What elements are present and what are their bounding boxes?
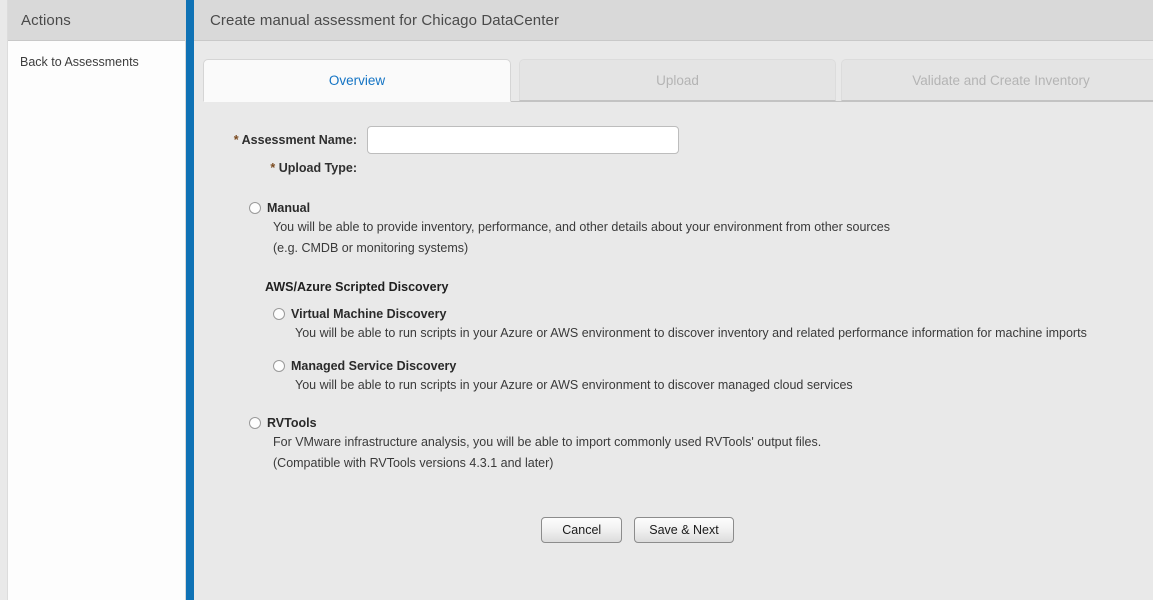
wizard-tabs: Overview Upload Validate and Create Inve… bbox=[194, 59, 1153, 102]
tab-overview[interactable]: Overview bbox=[203, 59, 511, 102]
option-virtual-machine-discovery-row[interactable]: Virtual Machine Discovery bbox=[273, 306, 1153, 322]
option-rvtools-desc-line-1: For VMware infrastructure analysis, you … bbox=[273, 435, 822, 449]
app-root: Actions Back to Assessments Create manua… bbox=[0, 0, 1153, 600]
sidebar-title: Actions bbox=[21, 11, 71, 29]
option-manual-desc-line-1: You will be able to provide inventory, p… bbox=[273, 220, 891, 234]
upload-type-options: Manual You will be able to provide inven… bbox=[194, 200, 1153, 473]
upload-type-label: * Upload Type: bbox=[219, 160, 367, 175]
page-title: Create manual assessment for Chicago Dat… bbox=[210, 11, 560, 29]
assessment-name-label: * Assessment Name: bbox=[219, 133, 367, 147]
option-manual-row[interactable]: Manual bbox=[249, 200, 1153, 216]
sidebar-body: Back to Assessments bbox=[8, 41, 185, 600]
option-virtual-machine-discovery: Virtual Machine Discovery You will be ab… bbox=[249, 306, 1153, 343]
radio-icon-managed-service-discovery[interactable] bbox=[273, 360, 285, 372]
sidebar-item-back-to-assessments[interactable]: Back to Assessments bbox=[8, 53, 185, 71]
option-rvtools-desc-line-2: (Compatible with RVTools versions 4.3.1 … bbox=[273, 456, 554, 470]
main-content: Create manual assessment for Chicago Dat… bbox=[194, 0, 1153, 600]
sidebar-header: Actions bbox=[8, 0, 185, 41]
option-rvtools: RVTools For VMware infrastructure analys… bbox=[249, 415, 1153, 473]
assessment-name-row: * Assessment Name: bbox=[194, 126, 1153, 154]
option-rvtools-row[interactable]: RVTools bbox=[249, 415, 1153, 431]
upload-type-row: * Upload Type: bbox=[194, 160, 1153, 188]
option-manual-label: Manual bbox=[267, 201, 311, 215]
scripted-discovery-heading: AWS/Azure Scripted Discovery bbox=[265, 280, 449, 294]
required-asterisk: * bbox=[233, 133, 239, 147]
save-and-next-button[interactable]: Save & Next bbox=[634, 517, 734, 543]
tab-validate-and-create-inventory[interactable]: Validate and Create Inventory bbox=[841, 59, 1153, 101]
option-managed-service-discovery-label: Managed Service Discovery bbox=[291, 359, 457, 373]
radio-icon-virtual-machine-discovery[interactable] bbox=[273, 308, 285, 320]
left-rail bbox=[0, 0, 8, 600]
assessment-name-input[interactable] bbox=[367, 126, 679, 154]
option-manual: Manual You will be able to provide inven… bbox=[249, 200, 1153, 258]
actions-sidebar: Actions Back to Assessments bbox=[8, 0, 186, 600]
page-header: Create manual assessment for Chicago Dat… bbox=[194, 0, 1153, 41]
tab-upload[interactable]: Upload bbox=[519, 59, 836, 101]
assessment-name-label-text: Assessment Name: bbox=[241, 133, 357, 147]
form-actions: Cancel Save & Next bbox=[194, 517, 1153, 543]
option-rvtools-label: RVTools bbox=[267, 416, 317, 430]
radio-icon-rvtools[interactable] bbox=[249, 417, 261, 429]
option-manual-desc-line-2: (e.g. CMDB or monitoring systems) bbox=[273, 241, 469, 255]
overview-form: * Assessment Name: * Upload Type: Manual bbox=[194, 102, 1153, 543]
upload-type-label-text: Upload Type: bbox=[278, 161, 357, 175]
accent-divider bbox=[186, 0, 194, 600]
cancel-button[interactable]: Cancel bbox=[541, 517, 623, 543]
option-managed-service-discovery-row[interactable]: Managed Service Discovery bbox=[273, 358, 1153, 374]
required-asterisk: * bbox=[270, 161, 276, 175]
option-managed-service-discovery: Managed Service Discovery You will be ab… bbox=[249, 358, 1153, 395]
option-virtual-machine-discovery-desc: You will be able to run scripts in your … bbox=[295, 326, 1087, 340]
option-virtual-machine-discovery-label: Virtual Machine Discovery bbox=[291, 307, 447, 321]
radio-icon-manual[interactable] bbox=[249, 202, 261, 214]
option-managed-service-discovery-desc: You will be able to run scripts in your … bbox=[295, 378, 853, 392]
